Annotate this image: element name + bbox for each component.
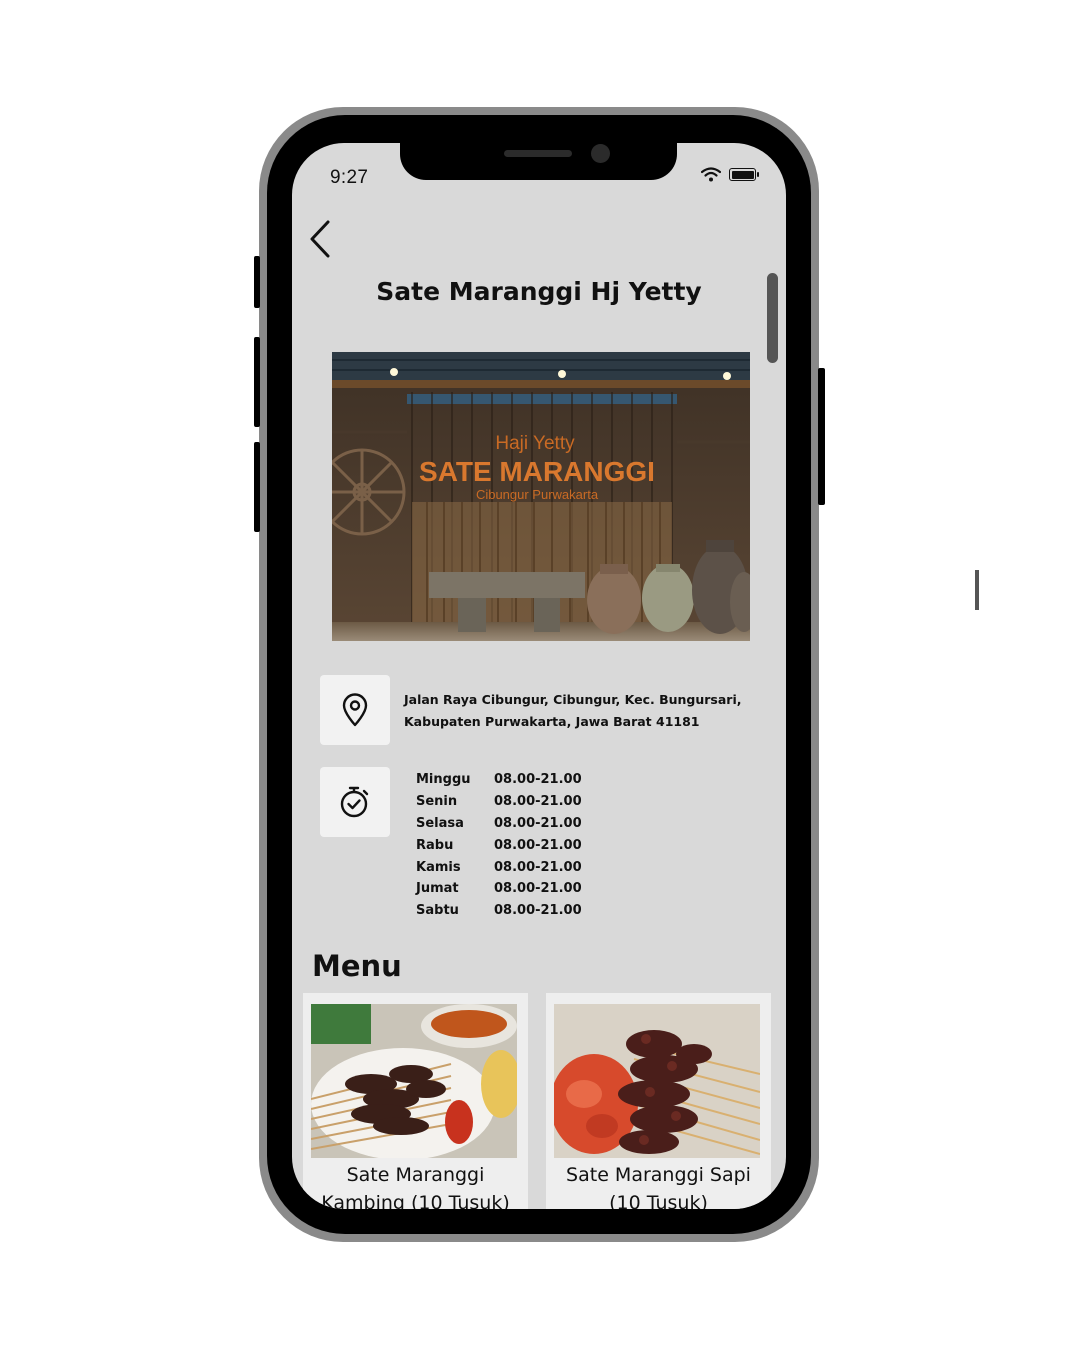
menu-item-name-line-1: Sate Maranggi Sapi (566, 1164, 751, 1186)
menu-item-name-line-1: Sate Maranggi (346, 1164, 485, 1186)
volume-down-button (254, 442, 260, 532)
menu-item-photo (311, 1004, 517, 1158)
menu-item-name: Sate Maranggi Kambing (10 Tusuk) (303, 1161, 528, 1209)
wifi-icon (701, 167, 721, 182)
hours-time: 08.00-21.00 (494, 837, 582, 853)
hours-row: Rabu 08.00-21.00 (416, 834, 582, 856)
menu-heading: Menu (312, 949, 402, 983)
sign-line-2: SATE MARANGGI (419, 456, 655, 487)
hours-row: Kamis 08.00-21.00 (416, 856, 582, 878)
location-icon-box (320, 675, 390, 745)
hours-row: Senin 08.00-21.00 (416, 791, 582, 813)
hours-day: Selasa (416, 815, 464, 831)
hours-row: Jumat 08.00-21.00 (416, 878, 582, 900)
hours-row: Minggu 08.00-21.00 (416, 769, 582, 791)
chevron-left-icon[interactable] (304, 218, 336, 260)
hours-day: Rabu (416, 837, 454, 853)
hours-row: Selasa 08.00-21.00 (416, 813, 582, 835)
hours-day: Jumat (416, 881, 459, 897)
scrollbar[interactable] (767, 273, 778, 363)
address-line-1: Jalan Raya Cibungur, Cibungur, Kec. Bung… (404, 692, 742, 707)
text-cursor (975, 570, 979, 610)
hours-day: Minggu (416, 772, 471, 788)
notch (400, 143, 677, 180)
hours-day: Kamis (416, 859, 461, 875)
hours-time: 08.00-21.00 (494, 815, 582, 831)
address-text: Jalan Raya Cibungur, Cibungur, Kec. Bung… (404, 689, 764, 733)
front-camera (591, 144, 610, 163)
opening-hours-table: Minggu 08.00-21.00 Senin 08.00-21.00 Selas… (416, 769, 582, 922)
menu-item-card[interactable]: Sate Maranggi Kambing (10 Tusuk) (303, 993, 528, 1209)
menu-item-card[interactable]: Sate Maranggi Sapi (10 Tusuk) (546, 993, 771, 1209)
hours-time: 08.00-21.00 (494, 772, 582, 788)
hours-time: 08.00-21.00 (494, 903, 582, 919)
address-line-2: Kabupaten Purwakarta, Jawa Barat 41181 (404, 714, 700, 729)
hours-time: 08.00-21.00 (494, 881, 582, 897)
speaker-grille (504, 150, 572, 157)
hours-time: 08.00-21.00 (494, 859, 582, 875)
menu-item-photo (554, 1004, 760, 1158)
menu-item-name: Sate Maranggi Sapi (10 Tusuk) (546, 1161, 771, 1209)
hours-row: Sabtu 08.00-21.00 (416, 900, 582, 922)
page-title: Sate Maranggi Hj Yetty (376, 277, 702, 306)
power-button (818, 368, 825, 505)
volume-up-button (254, 337, 260, 427)
status-time: 9:27 (330, 167, 369, 188)
status-icons (701, 167, 759, 182)
restaurant-photo: Haji Yetty SATE MARANGGI Cibungur Purwak… (332, 352, 750, 641)
app-screen: 9:27 Sate Maranggi Hj Yetty Haji Yetty S… (292, 143, 786, 1209)
mute-switch (254, 256, 260, 308)
hours-icon-box (320, 767, 390, 837)
hours-day: Senin (416, 794, 458, 810)
battery-icon (729, 168, 759, 181)
menu-item-name-line-2: (10 Tusuk) (609, 1192, 708, 1209)
sign-line-3: Cibungur Purwakarta (476, 487, 599, 502)
sign-line-1: Haji Yetty (495, 433, 575, 454)
stopwatch-check-icon (340, 786, 369, 818)
hours-time: 08.00-21.00 (494, 794, 582, 810)
menu-item-name-line-2: Kambing (10 Tusuk) (321, 1192, 510, 1209)
hours-day: Sabtu (416, 903, 459, 919)
map-pin-icon (342, 693, 368, 727)
